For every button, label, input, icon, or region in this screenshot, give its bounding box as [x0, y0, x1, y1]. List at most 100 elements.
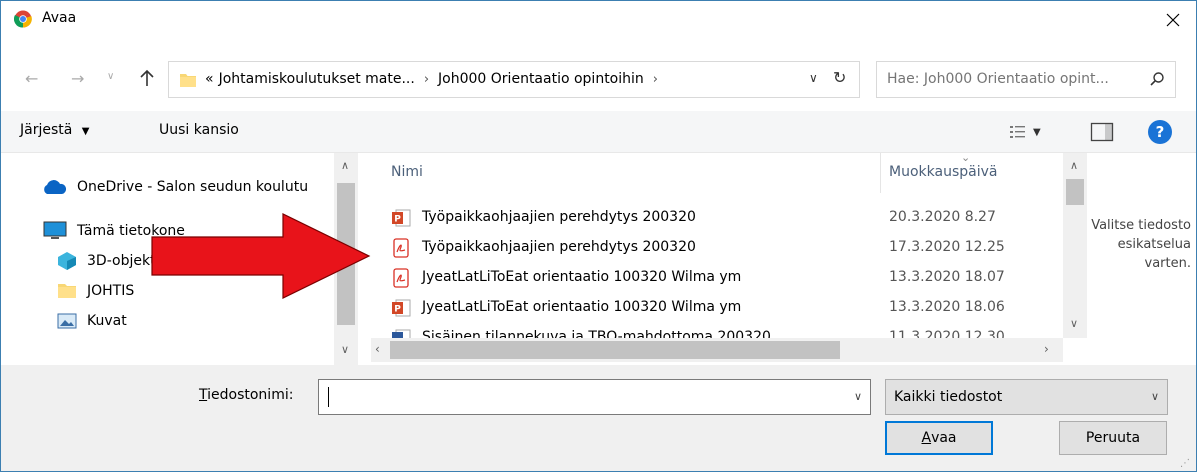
forward-button[interactable]: → — [71, 69, 84, 88]
svg-text:P: P — [394, 305, 401, 315]
help-icon[interactable]: ? — [1148, 120, 1172, 144]
arrow-left-icon: ← — [25, 69, 39, 88]
close-button[interactable] — [1150, 1, 1196, 39]
open-file-dialog: Avaa ← → ∨ « Johtamiskoulutukset mate...… — [0, 0, 1197, 472]
file-type-selected: Kaikki tiedostot — [894, 389, 1003, 405]
text-cursor — [328, 387, 329, 407]
pdf-file-icon — [393, 238, 409, 258]
column-header-modified[interactable]: Muokkauspäivä — [889, 164, 997, 180]
folder-icon — [180, 74, 196, 87]
filename-label-text: iedostonimi: — [207, 387, 294, 403]
resize-grip-icon[interactable]: ⋰ — [1180, 458, 1190, 469]
scroll-up-icon[interactable]: ∧ — [1070, 159, 1078, 172]
scroll-left-icon[interactable]: ‹ — [375, 342, 380, 356]
nav-item-label: JOHTIS — [87, 283, 135, 299]
file-row[interactable]: P JyeatLatLiToEat orientaatio 100320 Wil… — [371, 295, 1067, 321]
window-title: Avaa — [42, 10, 77, 26]
nav-item-label: Kuvat — [87, 313, 127, 329]
powerpoint-file-icon: P — [392, 209, 411, 227]
search-icon — [1150, 72, 1164, 86]
file-row[interactable]: P Työpaikkaohjaajien perehdytys 200320 2… — [371, 205, 1067, 231]
file-row[interactable]: Työpaikkaohjaajien perehdytys 200320 17.… — [371, 235, 1067, 261]
file-list-vertical-scrollbar[interactable]: ∧ ∨ — [1063, 153, 1087, 338]
filename-input[interactable] — [327, 387, 827, 403]
scroll-right-icon[interactable]: › — [1044, 342, 1049, 356]
chevron-down-icon[interactable]: ∨ — [854, 390, 862, 403]
file-date: 17.3.2020 12.25 — [889, 239, 1005, 255]
scroll-up-icon[interactable]: ∧ — [341, 159, 349, 172]
close-icon — [1166, 13, 1180, 27]
chevron-down-icon: ∨ — [107, 71, 115, 82]
filename-label-accesskey: T — [199, 387, 208, 403]
command-toolbar: Järjestä ▼ Uusi kansio ▼ ? — [1, 111, 1196, 153]
computer-icon — [43, 221, 67, 239]
pictures-icon — [57, 313, 77, 329]
file-name: JyeatLatLiToEat orientaatio 100320 Wilma… — [422, 269, 742, 285]
open-accesskey: A — [921, 430, 932, 446]
file-type-select[interactable]: Kaikki tiedostot ∨ — [885, 379, 1168, 415]
column-divider[interactable] — [880, 153, 881, 193]
address-history-dropdown[interactable]: ∨ — [809, 71, 818, 85]
sort-caret-icon: ⌄ — [961, 153, 971, 164]
breadcrumb-item[interactable]: Johtamiskoulutukset mate... — [219, 71, 415, 87]
chrome-icon — [14, 10, 32, 28]
up-button[interactable] — [135, 64, 159, 92]
file-list: Nimi ⌄ Muokkauspäivä P Työpaikkaohjaajie… — [371, 153, 1067, 365]
chevron-right-icon[interactable]: › — [424, 72, 429, 87]
preview-pane-icon[interactable] — [1090, 121, 1114, 143]
scrollbar-thumb[interactable] — [390, 341, 840, 359]
caret-down-icon: ▼ — [1033, 126, 1041, 138]
breadcrumb-item[interactable]: Joh000 Orientaatio opintoihin — [438, 71, 644, 87]
chevron-down-icon[interactable]: ∨ — [1151, 390, 1159, 403]
red-arrow-annotation — [151, 213, 371, 299]
organize-button[interactable]: Järjestä ▼ — [20, 122, 90, 138]
preview-message: Valitse tiedosto esikatselua varten. — [1091, 218, 1191, 271]
file-row[interactable]: JyeatLatLiToEat orientaatio 100320 Wilma… — [371, 265, 1067, 291]
file-name: Työpaikkaohjaajien perehdytys 200320 — [422, 239, 696, 255]
details-view-icon — [1010, 126, 1025, 138]
folder-icon — [58, 284, 76, 298]
caret-down-icon: ▼ — [81, 126, 90, 137]
title-bar: Avaa — [1, 1, 1196, 39]
open-button[interactable]: Avaa — [885, 421, 993, 455]
file-date: 13.3.2020 18.06 — [889, 299, 1005, 315]
column-header-name[interactable]: Nimi — [391, 164, 423, 180]
3d-objects-icon — [58, 252, 76, 270]
open-label: vaa — [931, 430, 957, 446]
breadcrumb-overflow[interactable]: « — [205, 71, 214, 87]
address-bar[interactable]: « Johtamiskoulutukset mate... › Joh000 O… — [168, 61, 860, 98]
onedrive-cloud-icon — [44, 180, 67, 194]
scroll-down-icon[interactable]: ∨ — [1070, 317, 1078, 330]
nav-item-pictures[interactable]: Kuvat — [57, 309, 127, 333]
organize-label: Järjestä — [20, 122, 73, 138]
new-folder-button[interactable]: Uusi kansio — [159, 122, 239, 138]
back-button[interactable]: ← — [25, 69, 38, 88]
search-field[interactable] — [876, 61, 1176, 98]
file-name: Työpaikkaohjaajien perehdytys 200320 — [422, 209, 696, 225]
preview-pane: Valitse tiedosto esikatselua varten. — [1091, 153, 1196, 365]
file-date: 20.3.2020 8.27 — [889, 209, 996, 225]
nav-item-label: OneDrive - Salon seudun koulutu — [77, 179, 309, 195]
recent-locations-button[interactable]: ∨ — [107, 71, 114, 82]
filename-combobox[interactable]: ∨ — [318, 379, 871, 415]
nav-item-3d-objects[interactable]: 3D-objektit — [57, 249, 165, 273]
scrollbar-thumb[interactable] — [1066, 179, 1084, 205]
powerpoint-file-icon: P — [392, 299, 411, 317]
filename-label: Tiedostonimi: — [199, 387, 293, 403]
search-input[interactable] — [887, 71, 1142, 87]
breadcrumb: « Johtamiskoulutukset mate... › Joh000 O… — [205, 71, 667, 87]
file-name: JyeatLatLiToEat orientaatio 100320 Wilma… — [422, 299, 742, 315]
chevron-right-icon[interactable]: › — [653, 72, 658, 87]
change-view-button[interactable]: ▼ — [1009, 120, 1057, 144]
nav-item-johtis[interactable]: JOHTIS — [57, 279, 134, 303]
arrow-right-icon: → — [71, 69, 85, 88]
file-list-horizontal-scrollbar[interactable]: ‹ › — [371, 338, 1063, 362]
file-date: 13.3.2020 18.07 — [889, 269, 1005, 285]
svg-text:P: P — [394, 215, 401, 225]
refresh-icon[interactable]: ↻ — [833, 68, 846, 87]
arrow-up-icon — [140, 69, 154, 86]
bottom-panel: Tiedostonimi: ∨ Kaikki tiedostot ∨ Avaa … — [1, 365, 1196, 471]
nav-item-onedrive[interactable]: OneDrive - Salon seudun koulutu — [41, 175, 308, 199]
scroll-down-icon[interactable]: ∨ — [341, 343, 349, 356]
cancel-button[interactable]: Peruuta — [1059, 421, 1167, 455]
